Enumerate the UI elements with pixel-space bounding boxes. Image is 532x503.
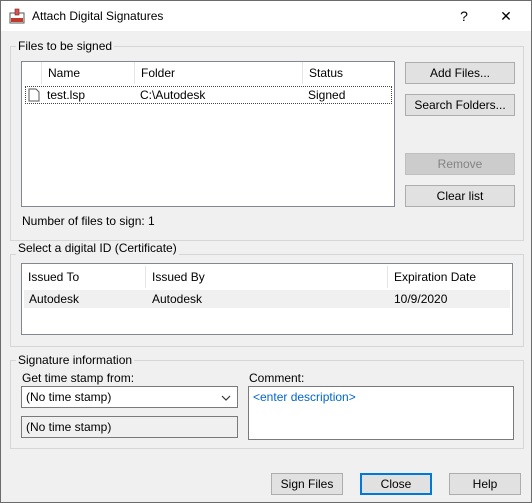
file-name-cell: test.lsp	[47, 88, 86, 102]
certificate-list[interactable]: Issued To Issued By Expiration Date Auto…	[21, 263, 513, 335]
files-header-name[interactable]: Name	[42, 62, 135, 84]
table-row[interactable]: Autodesk Autodesk 10/9/2020	[24, 290, 510, 308]
files-header-folder[interactable]: Folder	[135, 62, 303, 84]
files-group-label: Files to be signed	[16, 39, 115, 53]
comment-field[interactable]: <enter description>	[248, 386, 514, 440]
cert-header-expiration[interactable]: Expiration Date	[388, 266, 512, 288]
clear-list-button[interactable]: Clear list	[405, 185, 515, 207]
timestamp-select[interactable]: (No time stamp)	[21, 386, 238, 408]
timestamp-readonly-field: (No time stamp)	[21, 416, 238, 438]
cert-issued-to-cell: Autodesk	[29, 292, 80, 306]
file-folder-cell: C:\Autodesk	[140, 88, 206, 102]
files-count-text: Number of files to sign: 1	[22, 214, 155, 228]
remove-button[interactable]: Remove	[405, 153, 515, 175]
add-files-button[interactable]: Add Files...	[405, 62, 515, 84]
help-button[interactable]: Help	[449, 473, 521, 495]
certificate-group-label: Select a digital ID (Certificate)	[16, 241, 179, 255]
cert-header-issued-to[interactable]: Issued To	[22, 266, 146, 288]
title-bar: Attach Digital Signatures ? ✕	[1, 1, 531, 31]
chevron-down-icon	[221, 395, 231, 401]
timestamp-label: Get time stamp from:	[22, 371, 135, 385]
file-icon	[28, 88, 40, 102]
signature-app-icon	[9, 8, 25, 24]
cert-expiration-cell: 10/9/2020	[394, 292, 448, 306]
signature-group-label: Signature information	[16, 353, 135, 367]
window-title: Attach Digital Signatures	[32, 9, 164, 23]
table-row[interactable]: test.lsp C:\Autodesk Signed	[25, 86, 392, 104]
comment-label: Comment:	[249, 371, 305, 385]
attach-digital-signatures-dialog: Attach Digital Signatures ? ✕ Files to b…	[0, 0, 532, 503]
cert-header-issued-by[interactable]: Issued By	[146, 266, 388, 288]
timestamp-selected-value: (No time stamp)	[26, 390, 112, 404]
sign-files-button[interactable]: Sign Files	[271, 473, 343, 495]
files-header-status[interactable]: Status	[303, 62, 394, 84]
close-button[interactable]: Close	[360, 473, 432, 495]
cert-issued-by-cell: Autodesk	[152, 292, 203, 306]
close-icon[interactable]: ✕	[495, 5, 517, 27]
help-icon[interactable]: ?	[453, 5, 475, 27]
files-header-blank	[22, 62, 42, 84]
search-folders-button[interactable]: Search Folders...	[405, 94, 515, 116]
files-list[interactable]: Name Folder Status test.lsp C:\Autodesk …	[21, 61, 395, 207]
file-status-cell: Signed	[308, 88, 346, 102]
